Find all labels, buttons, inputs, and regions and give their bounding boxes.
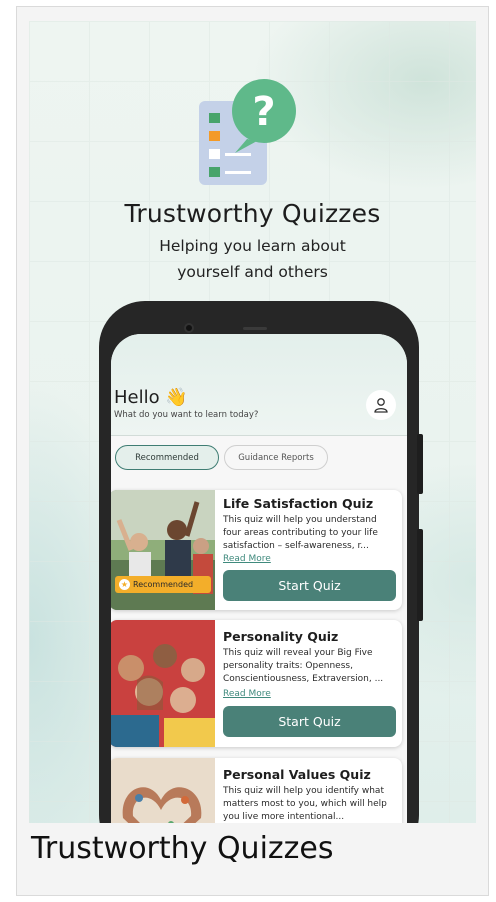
- quiz-card[interactable]: Personality Quiz This quiz will reveal y…: [111, 620, 402, 747]
- phone-side-button: [417, 529, 423, 621]
- quiz-title: Personality Quiz: [223, 629, 339, 644]
- hero-subtitle: Helping you learn about yourself and oth…: [159, 237, 346, 281]
- quiz-title: Life Satisfaction Quiz: [223, 496, 374, 511]
- user-icon: [374, 398, 388, 413]
- svg-text:?: ?: [252, 89, 275, 135]
- greeting: Hello 👋: [114, 387, 188, 408]
- phone-speaker: [243, 327, 267, 330]
- start-quiz-button[interactable]: Start Quiz: [223, 706, 396, 737]
- app-header: Hello 👋 What do you want to learn today?: [111, 334, 407, 435]
- phone-side-button: [417, 434, 423, 494]
- tab-recommended[interactable]: Recommended: [115, 445, 219, 470]
- recommended-badge: ★ Recommended: [115, 576, 211, 593]
- start-quiz-button[interactable]: Start Quiz: [223, 570, 396, 601]
- quiz-title: Personal Values Quiz: [223, 767, 371, 782]
- quiz-card[interactable]: ★ Recommended Life Satisfaction Quiz Thi…: [111, 490, 402, 610]
- hero-title: Trustworthy Quizzes: [124, 199, 381, 228]
- header-divider: [111, 435, 407, 436]
- quiz-description: This quiz will help you understand four …: [223, 515, 378, 551]
- quiz-photo: [111, 620, 215, 747]
- screenshot-caption: Trustworthy Quizzes: [31, 831, 334, 866]
- star-icon: ★: [119, 579, 130, 590]
- greeting-prompt: What do you want to learn today?: [114, 410, 259, 420]
- phone-screen: Hello 👋 What do you want to learn today?…: [111, 334, 407, 823]
- profile-button[interactable]: [366, 390, 396, 420]
- read-more-link[interactable]: Read More: [223, 689, 271, 699]
- quiz-description: This quiz will reveal your Big Five pers…: [223, 648, 384, 684]
- quiz-description: This quiz will help you identify what ma…: [223, 786, 387, 822]
- quiz-photo: [111, 758, 215, 823]
- read-more-link[interactable]: Read More: [223, 554, 271, 564]
- screenshot-card: ? Trustworthy Quizzes Helping you learn …: [16, 6, 489, 896]
- quiz-card[interactable]: Personal Values Quiz This quiz will help…: [111, 758, 402, 823]
- quiz-checklist-icon: ?: [199, 79, 296, 185]
- phone-camera: [184, 323, 194, 333]
- hero-banner: ? Trustworthy Quizzes Helping you learn …: [29, 21, 476, 823]
- tab-guidance-reports[interactable]: Guidance Reports: [224, 445, 328, 470]
- badge-label: Recommended: [133, 580, 194, 589]
